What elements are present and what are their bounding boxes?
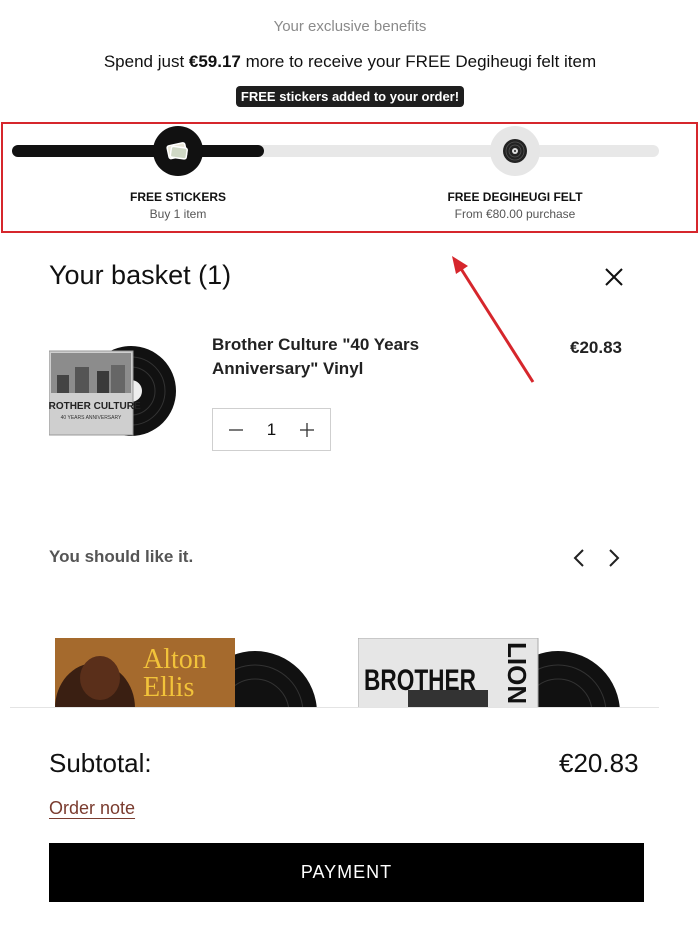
recommendation-cover-line1: Alton: [143, 644, 207, 675]
milestone-felt-subtitle: From €80.00 purchase: [454, 207, 576, 221]
increase-quantity-button[interactable]: [296, 419, 318, 441]
payment-button[interactable]: PAYMENT: [49, 843, 644, 902]
milestone-felt-title: FREE DEGIHEUGI FELT: [447, 190, 583, 204]
spend-threshold-message: Spend just €59.17 more to receive your F…: [0, 52, 700, 72]
recommendation-card[interactable]: BROTHER LION: [358, 638, 628, 708]
carousel-next-button[interactable]: [603, 546, 625, 570]
recommendation-card[interactable]: Alton Ellis: [55, 638, 325, 708]
spend-suffix: more to receive your FREE Degiheugi felt…: [240, 52, 597, 71]
close-icon: [605, 268, 623, 286]
spend-prefix: Spend just: [103, 52, 189, 71]
carousel-prev-button[interactable]: [568, 546, 590, 570]
product-image[interactable]: BROTHER CULTURE 40 YEARS ANNIVERSARY: [49, 345, 177, 437]
spend-amount: €59.17: [188, 52, 241, 71]
quantity-value[interactable]: 1: [267, 420, 276, 440]
milestone-felt-icon-circle: [490, 126, 540, 176]
product-cover-subtitle: 40 YEARS ANNIVERSARY: [61, 415, 122, 421]
footer-divider: [10, 707, 659, 708]
milestone-stickers-subtitle: Buy 1 item: [149, 207, 207, 221]
order-note-link[interactable]: Order note: [49, 798, 135, 819]
benefits-caption: Your exclusive benefits: [273, 18, 427, 35]
recommendation-cover-line2: LION: [502, 642, 532, 704]
product-name-link[interactable]: Brother Culture "40 Years Anniversary" V…: [212, 333, 462, 381]
plus-icon: [300, 422, 314, 437]
product-cover-title: BROTHER CULTURE: [49, 401, 141, 412]
subtotal-label: Subtotal:: [49, 748, 152, 778]
milestone-stickers-title: FREE STICKERS: [129, 190, 226, 204]
chevron-left-icon: [573, 549, 584, 567]
basket-title: Your basket (1): [49, 260, 232, 290]
sticker-icon: [166, 142, 188, 160]
progress-fill: [12, 145, 265, 157]
recommendation-cover-line2: Ellis: [143, 672, 194, 703]
chevron-right-icon: [609, 549, 620, 567]
recommendation-image: Alton Ellis: [55, 638, 317, 708]
quantity-stepper: 1: [212, 408, 331, 451]
product-price: €20.83: [570, 338, 622, 357]
stickers-added-badge: FREE stickers added to your order!: [235, 86, 465, 107]
recommendations-title: You should like it.: [49, 547, 194, 566]
subtotal-value: €20.83: [559, 748, 639, 778]
decrease-quantity-button[interactable]: [225, 419, 247, 441]
milestone-stickers-icon-circle: [153, 126, 203, 176]
close-basket-button[interactable]: [599, 262, 629, 292]
minus-icon: [229, 428, 243, 431]
recommendation-image: BROTHER LION: [358, 638, 620, 708]
vinyl-record-icon: [503, 139, 527, 163]
progress-track: [12, 145, 659, 157]
